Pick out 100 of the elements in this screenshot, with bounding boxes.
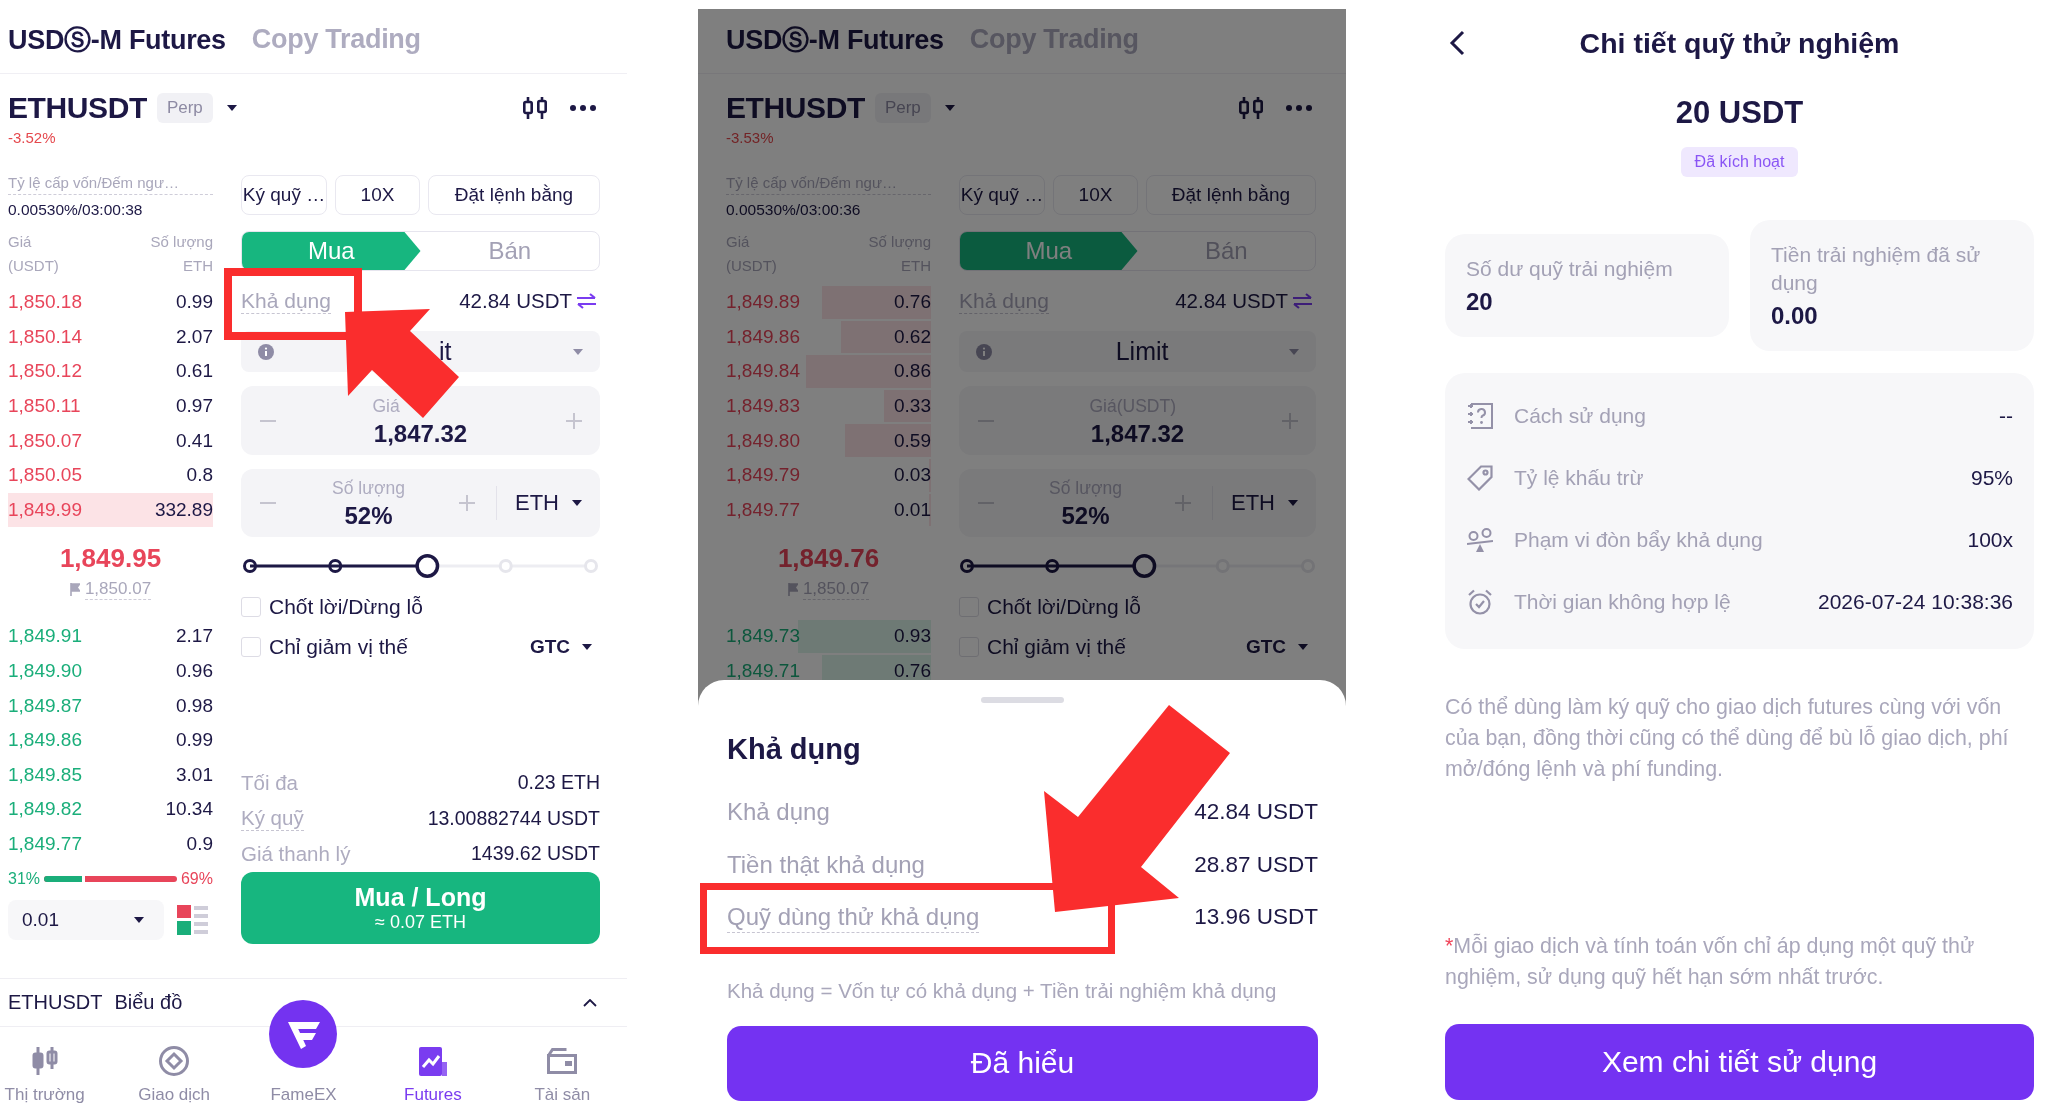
bid-amount: 0.96 [176,660,213,683]
toolbar-button[interactable]: Đặt lệnh bằng [1146,175,1316,215]
amount-value: 52% [344,502,393,530]
amount-field[interactable]: Số lượng 52% ETH [241,469,600,537]
description-text: Có thể dùng làm ký quỹ cho giao dịch futures cùng với vốn của bạn, đồng thời cũng có thể dùng để bù lỗ giao dịch, phí mở/đóng lệnh và phí funding. [1445,694,2010,783]
slider-track[interactable] [243,553,598,579]
detail-label: Phạm vi đòn bẩy khả dụng [1514,528,1763,552]
toolbar-button[interactable]: 10X [1053,175,1138,215]
tag-icon [1467,465,1493,491]
toolbar-button[interactable]: Đặt lệnh bằng [428,175,600,215]
header-tab[interactable]: USDⓈ-M Futures [726,21,944,58]
nav-tab[interactable]: Futures [368,1027,498,1119]
detail-value: 100x [1967,528,2013,552]
nav-tab[interactable]: Giao dịch [109,1027,239,1119]
toolbar-button[interactable]: Ký quỹ … [959,175,1045,215]
stat-value: 0.00 [1771,301,1818,331]
caret-icon [1289,348,1299,355]
buy-ratio: 31% [8,870,41,889]
ask-price: 1,849.99 [8,498,82,521]
funding-label[interactable]: Tỷ lệ cấp vốn/Đếm ngư… [8,172,213,195]
slider-thumb[interactable] [415,554,440,578]
more-icon[interactable] [570,105,596,111]
swap-icon[interactable] [1293,293,1312,309]
bid-amount: 3.01 [176,763,213,786]
nav-tab[interactable]: Thị trường [0,1027,110,1119]
info-icon [976,343,992,360]
price-value: 1,847.32 [1090,419,1185,448]
ask-price: 1,850.14 [8,325,82,348]
precision-select[interactable]: 0.01 [8,900,164,941]
available-value: 42.84 USDT [459,289,572,313]
unit-select[interactable]: ETH [1213,469,1316,537]
bid-amount: 2.17 [176,625,213,648]
summary-label: Giá thanh lý [241,841,351,866]
bid-price: 1,849.90 [8,660,82,683]
nav-label[interactable]: FameEX [270,1086,337,1104]
ask-price: 1,849.84 [726,360,800,383]
info-value: 13.96 USDT [1194,904,1318,931]
drag-handle[interactable] [981,697,1064,703]
candlestick-icon[interactable] [522,97,548,119]
ask-price: 1,849.86 [726,325,800,348]
bid-amount: 0.98 [176,694,213,717]
chart-icon [418,1046,447,1076]
slider-track[interactable] [960,553,1315,579]
confirm-button[interactable]: Đã hiểu [727,1025,1318,1101]
details-button[interactable]: Xem chi tiết sử dụng [1445,1024,2034,1100]
side-tab[interactable]: Bán [420,232,599,270]
layout-icon[interactable] [177,905,208,936]
amount-column-header: Số lượng ETH [149,232,213,276]
unit-select[interactable]: ETH [497,469,600,537]
info-label: Quỹ dùng thử khả dụng [727,901,980,933]
change-percent: -3.52% [8,130,56,146]
toolbar-button[interactable]: Ký quỹ … [241,175,327,215]
detail-value: 2026-07-24 10:38:36 [1818,590,2013,614]
ask-amount: 0.61 [176,360,213,383]
detail-value: 95% [1970,466,2013,490]
ask-price: 1,850.07 [8,429,82,452]
slider-thumb[interactable] [1132,554,1157,578]
caret-icon[interactable] [226,105,237,111]
ask-price: 1,850.05 [8,464,82,487]
time-in-force-select[interactable]: GTC [529,636,592,658]
available-label[interactable]: Khả dụng [241,288,331,314]
checkbox[interactable] [241,597,261,617]
order-type-select[interactable]: Limit [959,331,1316,372]
logo-icon[interactable] [269,1000,338,1068]
ask-amount: 0.86 [894,360,931,383]
time-in-force-select[interactable]: GTC [1245,636,1308,658]
toolbar-button[interactable]: 10X [335,175,420,215]
ask-amount: 0.97 [176,395,213,418]
checkbox[interactable] [241,637,261,657]
side-tab[interactable]: Mua [242,232,421,270]
ask-amount: 0.99 [176,291,213,314]
price-column-header: Giá (USDT) [8,232,60,276]
funding-value: 0.00530%/03:00:38 [8,200,144,220]
flag-icon [787,582,798,596]
back-icon[interactable] [1449,30,1465,56]
caret-icon [1298,644,1308,650]
submit-button[interactable]: Mua / Long ≈ 0.07 ETH [241,871,600,944]
bid-price: 1,849.91 [8,625,82,648]
ask-amount: 0.41 [176,429,213,452]
stat-label: Số dư quỹ trải nghiệm [1466,256,1673,282]
detail-value: -- [1999,404,2013,428]
symbol-name: ETHUSDT [726,91,865,125]
bid-price: 1,849.82 [8,798,82,821]
nav-tab[interactable]: Tài sản [497,1027,627,1119]
header-tab[interactable]: USDⓈ-M Futures [8,21,226,58]
available-value: 42.84 USDT [1175,289,1288,313]
bid-amount: 0.99 [176,729,213,752]
swap-icon[interactable] [577,293,596,309]
ask-amount: 0.03 [894,464,931,487]
summary-value: 1439.62 USDT [471,842,600,866]
fund-amount: 20 USDT [1675,94,1804,132]
caret-icon [573,348,583,355]
bid-amount: 0.93 [894,625,931,648]
seesaw-icon [1467,527,1493,553]
caret-icon [572,500,582,506]
info-label: Tiền thật khả dụng [727,849,925,880]
summary-value: 0.23 ETH [517,771,600,795]
ask-amount: 0.33 [894,395,931,418]
detail-label: Thời gian không hợp lệ [1514,590,1731,614]
ask-price: 1,849.83 [726,395,800,418]
